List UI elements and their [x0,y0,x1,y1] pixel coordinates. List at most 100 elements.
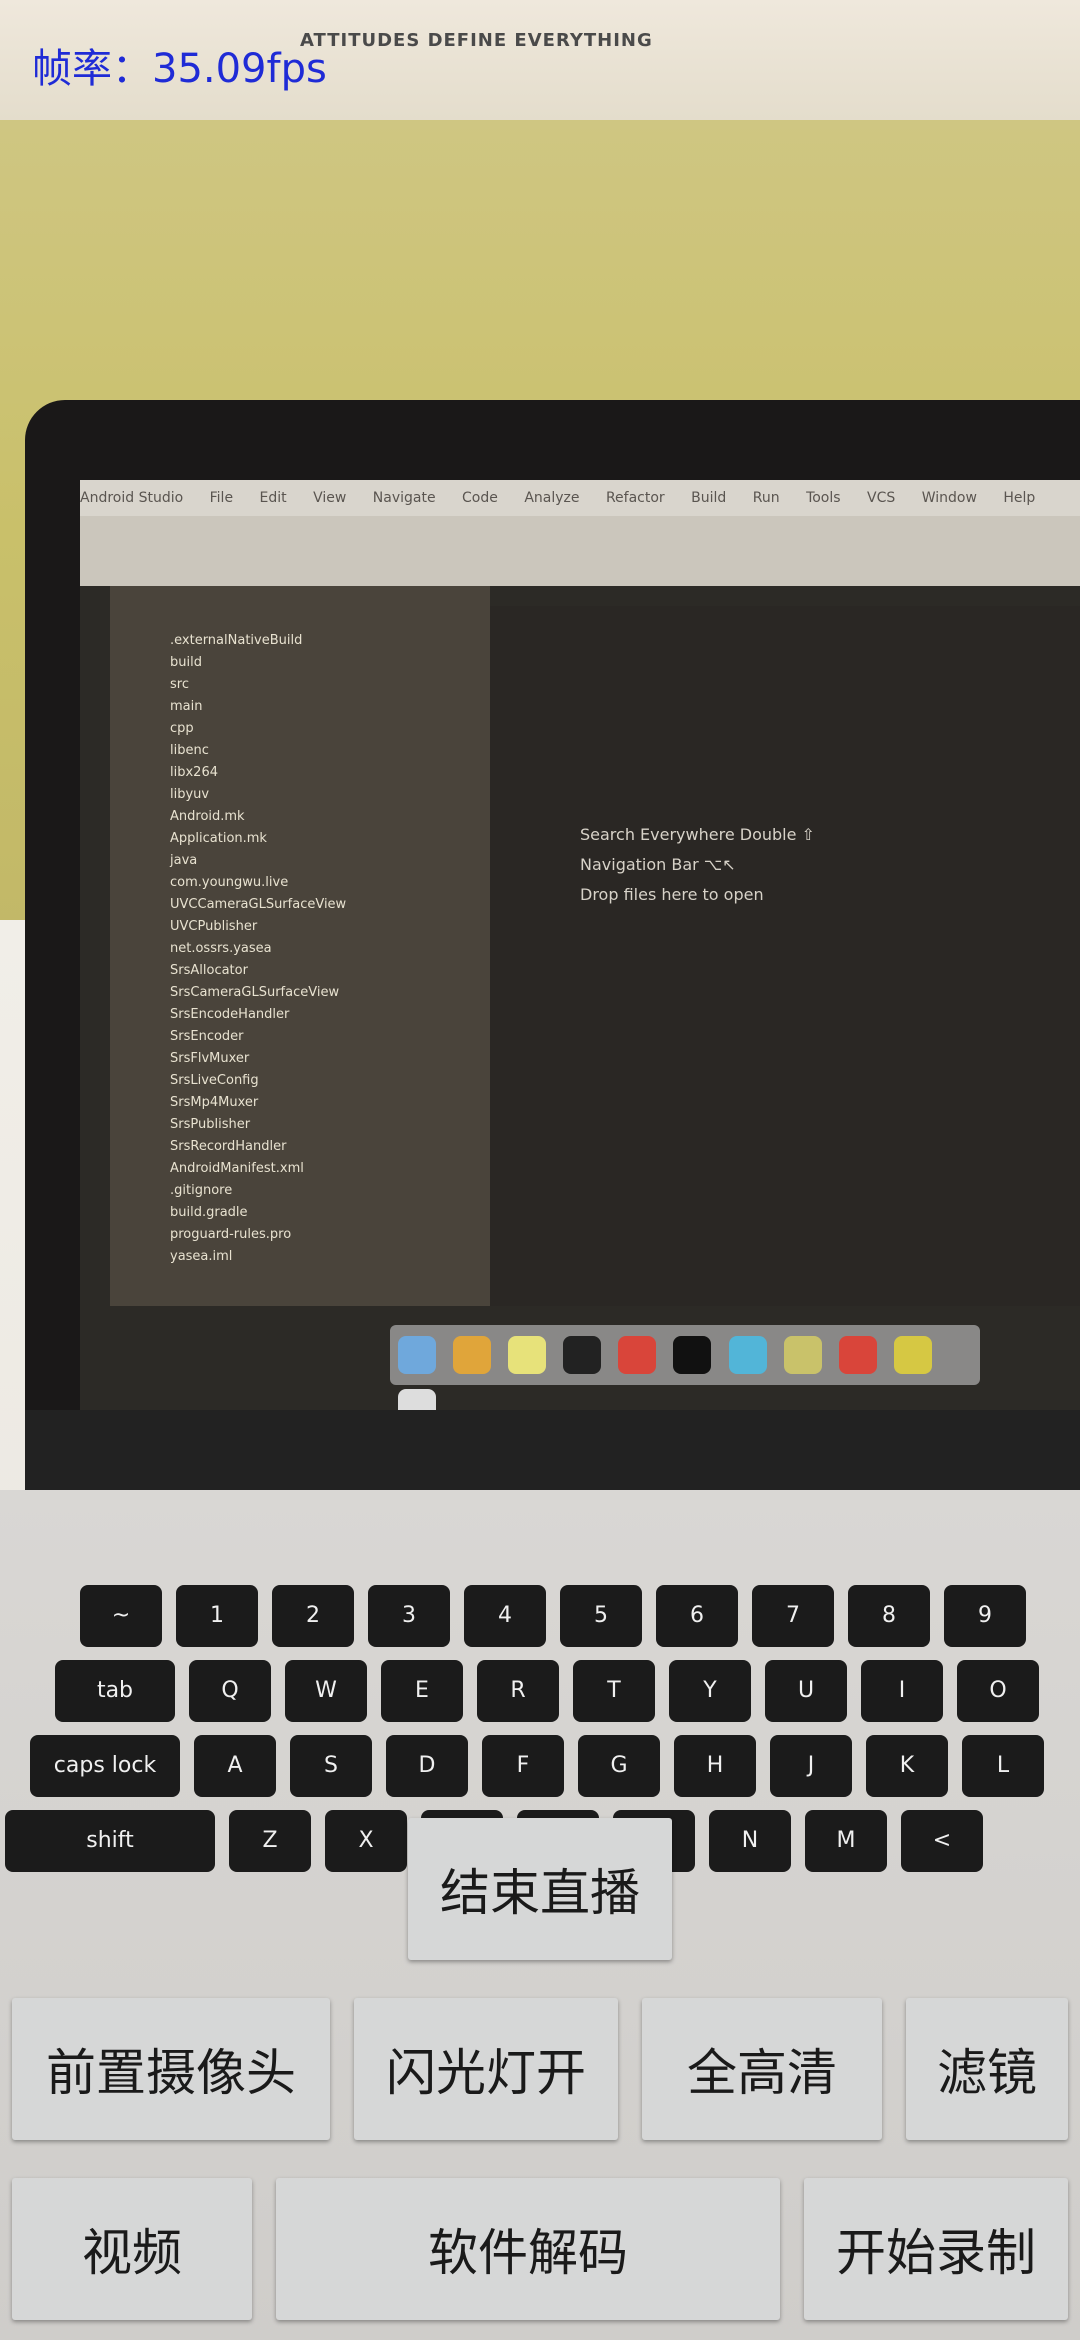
keyboard-key: 9 [944,1585,1026,1647]
ide-menu-item: Window [921,490,977,506]
tree-item: AndroidManifest.xml [170,1161,304,1176]
tree-item: com.youngwu.live [170,875,289,890]
ide-menu-item: Edit [259,490,287,506]
tree-item: src [170,677,189,692]
tree-item: SrsFlvMuxer [170,1051,250,1066]
keyboard-key: M [805,1810,887,1872]
app-icon [838,1336,877,1374]
ide-menu-item: Run [752,490,780,506]
ide-menu-item: Analyze [524,490,580,506]
front-camera-button[interactable]: 前置摄像头 [12,1998,330,2140]
terminal-icon [563,1336,602,1374]
keyboard-key: R [477,1660,559,1722]
tree-item: cpp [170,721,194,736]
tree-item: SrsPublisher [170,1117,251,1132]
keyboard-key: shift [5,1810,215,1872]
tree-item: java [170,853,198,868]
tree-item: Application.mk [170,831,267,846]
chrome-icon [453,1336,492,1374]
key-row: ~1 2 3 4 5 6 7 8 9 [80,1585,1040,1655]
keyboard-key: caps lock [30,1735,180,1797]
tree-item: UVCCameraGLSurfaceView [170,897,347,912]
filter-button[interactable]: 滤镜 [906,1998,1068,2140]
editor-hint: Navigation Bar ⌥↖ [580,855,736,874]
end-live-button[interactable]: 结束直播 [408,1818,672,1960]
resolution-button[interactable]: 全高清 [642,1998,882,2140]
keyboard-key: G [578,1735,660,1797]
keyboard-key: N [709,1810,791,1872]
keyboard-key: S [290,1735,372,1797]
ide-menu-item: Code [462,490,498,506]
flash-toggle-button[interactable]: 闪光灯开 [354,1998,618,2140]
ide-menu-item: Android Studio [80,490,184,506]
laptop-bezel [25,1410,1080,1490]
tree-item: proguard-rules.pro [170,1227,292,1242]
keyboard-key: 3 [368,1585,450,1647]
ide-editor [490,606,1080,1306]
ide-menu-item: File [209,490,234,506]
editor-hint: Drop files here to open [580,885,764,904]
laptop-screen: Android Studio File Edit View Navigate C… [80,480,1080,1410]
keyboard-key: O [957,1660,1039,1722]
keyboard-key: 2 [272,1585,354,1647]
poster-text: ATTITUDES DEFINE EVERYTHING [300,30,653,51]
keyboard-key: 1 [176,1585,258,1647]
tree-item: Android.mk [170,809,245,824]
ide-project-tree: .externalNativeBuild build src main cpp … [170,630,346,1268]
keyboard-key: E [381,1660,463,1722]
keyboard-key: tab [55,1660,175,1722]
ide-menu-item: Refactor [605,490,665,506]
tree-item: net.ossrs.yasea [170,941,272,956]
keyboard-key: 5 [560,1585,642,1647]
key-row: tab Q W E R T Y U I O [55,1660,1053,1730]
tree-item: SrsAllocator [170,963,248,978]
ide-menu-item: VCS [867,490,896,506]
keyboard-key: H [674,1735,756,1797]
qq-icon [673,1336,712,1374]
keyboard-key: D [386,1735,468,1797]
ide-menubar: Android Studio File Edit View Navigate C… [80,480,1080,516]
keyboard-key: 8 [848,1585,930,1647]
start-record-button[interactable]: 开始录制 [804,2178,1068,2320]
tree-item: .gitignore [170,1183,233,1198]
camera-preview: ATTITUDES DEFINE EVERYTHING Android Stud… [0,0,1080,2340]
keyboard-key: ~ [80,1585,162,1647]
tree-item: SrsLiveConfig [170,1073,259,1088]
tree-item: SrsMp4Muxer [170,1095,259,1110]
ide-toolbar [80,516,1080,586]
tree-item: SrsCameraGLSurfaceView [170,985,340,1000]
ide-menu-item: View [313,490,347,506]
app-icon [893,1336,932,1374]
keyboard-key: A [194,1735,276,1797]
tree-item: UVCPublisher [170,919,258,934]
keyboard-key: T [573,1660,655,1722]
tree-item: SrsEncodeHandler [170,1007,290,1022]
app-icon [728,1336,767,1374]
trash-icon [398,1389,436,1410]
finder-icon [398,1336,436,1374]
key-row: caps lock A S D F G H J K L [30,1735,1058,1805]
software-decode-button[interactable]: 软件解码 [276,2178,780,2320]
fps-readout: 帧率：35.09fps [32,46,327,92]
keyboard-key: Q [189,1660,271,1722]
keyboard-key: 6 [656,1585,738,1647]
keyboard-key: K [866,1735,948,1797]
tree-item: SrsRecordHandler [170,1139,287,1154]
tree-item: libenc [170,743,209,758]
tree-item: yasea.iml [170,1249,233,1264]
keyboard-key: < [901,1810,983,1872]
keyboard-key: 7 [752,1585,834,1647]
keyboard-key: J [770,1735,852,1797]
ide-menu-item: Build [691,490,727,506]
keyboard-key: Z [229,1810,311,1872]
android-studio-icon [783,1336,822,1374]
video-button[interactable]: 视频 [12,2178,252,2320]
keyboard-key: 4 [464,1585,546,1647]
editor-hint: Search Everywhere Double ⇧ [580,825,815,844]
keyboard-key: L [962,1735,1044,1797]
keyboard-key: W [285,1660,367,1722]
tree-item: main [170,699,203,714]
ide-menu-item: Help [1003,490,1036,506]
keyboard-key: F [482,1735,564,1797]
keyboard-key: U [765,1660,847,1722]
